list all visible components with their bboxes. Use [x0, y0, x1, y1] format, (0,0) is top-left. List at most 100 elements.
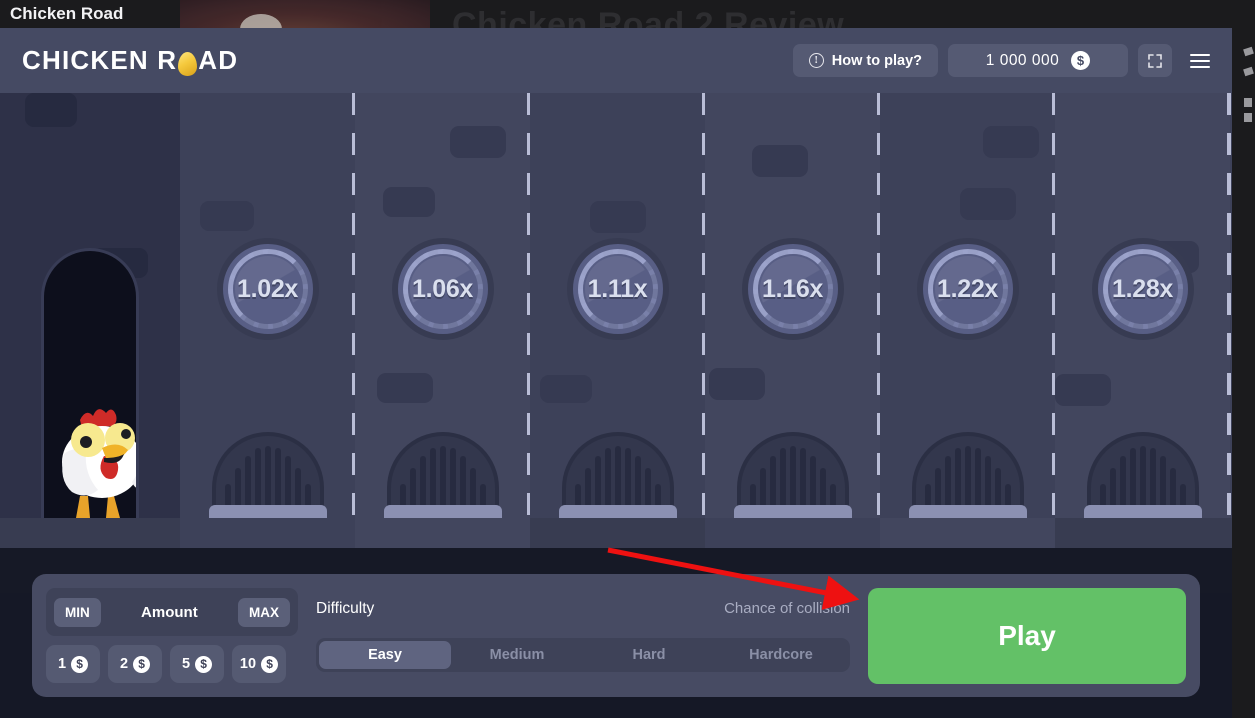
- ground-segment: [530, 518, 705, 548]
- fullscreen-button[interactable]: [1138, 44, 1172, 77]
- balance-display[interactable]: 1 000 000 $: [948, 44, 1128, 77]
- ground-strip: [0, 518, 1232, 548]
- amount-label: Amount: [141, 604, 198, 621]
- lane-gate: [387, 426, 499, 518]
- info-icon: !: [809, 53, 824, 68]
- gate-base: [559, 505, 677, 518]
- chance-of-collision-label: Chance of collision: [724, 600, 850, 617]
- difficulty-tabs: EasyMediumHardHardcore: [316, 638, 850, 672]
- difficulty-tab-hard[interactable]: Hard: [583, 641, 715, 669]
- ground-segment: [180, 518, 355, 548]
- logo-text-left: CHICKEN R: [22, 45, 177, 76]
- dollar-coin-icon: $: [71, 656, 88, 673]
- quick-amount-1-button[interactable]: 1$: [46, 645, 100, 683]
- ground-segment: [880, 518, 1055, 548]
- building-window: [383, 187, 435, 217]
- lane-gate: [737, 426, 849, 518]
- balance-value: 1 000 000: [986, 52, 1059, 70]
- multiplier-coin-6[interactable]: 1.28x: [1092, 238, 1194, 340]
- start-platform: [0, 93, 180, 518]
- multiplier-coin-4[interactable]: 1.16x: [742, 238, 844, 340]
- difficulty-tab-medium[interactable]: Medium: [451, 641, 583, 669]
- dollar-coin-icon: $: [1071, 51, 1090, 70]
- lane-gate: [1087, 426, 1199, 518]
- quick-amount-buttons: 1$2$5$10$: [46, 645, 298, 683]
- lane-5: 1.22x: [880, 93, 1055, 518]
- quick-amount-value: 1: [58, 656, 66, 672]
- min-button[interactable]: MIN: [54, 598, 101, 627]
- multiplier-value: 1.06x: [412, 275, 473, 304]
- gate-base: [209, 505, 327, 518]
- difficulty-tab-hardcore[interactable]: Hardcore: [715, 641, 847, 669]
- multiplier-coin-3[interactable]: 1.11x: [567, 238, 669, 340]
- chicken-character: [50, 392, 139, 518]
- logo-text-right: AD: [198, 45, 238, 76]
- header-actions: ! How to play? 1 000 000 $: [793, 44, 1218, 77]
- ground-segment: [355, 518, 530, 548]
- amount-group: MIN Amount MAX 1$2$5$10$: [46, 588, 298, 683]
- game-play-area: 1.02x 1.06x 1.11x 1.16x 1.22x 1.28x: [0, 93, 1232, 518]
- difficulty-title: Difficulty: [316, 600, 374, 618]
- quick-amount-2-button[interactable]: 2$: [108, 645, 162, 683]
- lane-6: 1.28x: [1055, 93, 1230, 518]
- game-header: CHICKEN R AD ! How to play? 1 000 000 $: [0, 28, 1232, 93]
- browser-page-title: Chicken Road: [10, 0, 123, 28]
- ground-segment: [705, 518, 880, 548]
- building-window: [590, 201, 646, 233]
- building-window: [752, 145, 808, 177]
- multiplier-value: 1.11x: [588, 275, 648, 304]
- building-window: [540, 375, 592, 403]
- start-door: [41, 248, 139, 518]
- bet-controls-panel: MIN Amount MAX 1$2$5$10$ Difficulty Chan…: [32, 574, 1200, 697]
- hamburger-menu-icon: [1190, 54, 1210, 68]
- building-window: [25, 93, 77, 127]
- lane-1: 1.02x: [180, 93, 355, 518]
- building-window: [1055, 374, 1111, 406]
- multiplier-coin-2[interactable]: 1.06x: [392, 238, 494, 340]
- difficulty-tab-easy[interactable]: Easy: [319, 641, 451, 669]
- lane-4: 1.16x: [705, 93, 880, 518]
- lane-gate: [562, 426, 674, 518]
- quick-amount-value: 2: [120, 656, 128, 672]
- multiplier-coin-5[interactable]: 1.22x: [917, 238, 1019, 340]
- clipped-sidebar-fragments: [1233, 40, 1255, 200]
- quick-amount-value: 5: [182, 656, 190, 672]
- gate-base: [734, 505, 852, 518]
- quick-amount-10-button[interactable]: 10 $: [232, 645, 286, 683]
- multiplier-value: 1.16x: [762, 275, 823, 304]
- building-window: [960, 188, 1016, 220]
- building-window: [450, 126, 506, 158]
- ground-segment: [1055, 518, 1232, 548]
- max-button[interactable]: MAX: [238, 598, 290, 627]
- how-to-play-button[interactable]: ! How to play?: [793, 44, 938, 77]
- gate-base: [384, 505, 502, 518]
- dollar-coin-icon: $: [133, 656, 150, 673]
- building-window: [377, 373, 433, 403]
- game-iframe: CHICKEN R AD ! How to play? 1 000 000 $: [0, 28, 1232, 718]
- dollar-coin-icon: $: [195, 656, 212, 673]
- play-button[interactable]: Play: [868, 588, 1186, 684]
- building-window: [709, 368, 765, 400]
- lane-3: 1.11x: [530, 93, 705, 518]
- difficulty-group: Difficulty Chance of collision EasyMediu…: [316, 600, 850, 672]
- lane-gate: [212, 426, 324, 518]
- ground-segment: [0, 518, 180, 548]
- quick-amount-5-button[interactable]: 5$: [170, 645, 224, 683]
- fullscreen-expand-icon: [1147, 53, 1163, 69]
- quick-amount-value: 10: [240, 656, 256, 672]
- lane-divider: [1227, 93, 1231, 518]
- chicken-road-logo: CHICKEN R AD: [22, 45, 238, 76]
- multiplier-value: 1.22x: [937, 275, 998, 304]
- multiplier-coin-1[interactable]: 1.02x: [217, 238, 319, 340]
- building-window: [983, 126, 1039, 158]
- lane-2: 1.06x: [355, 93, 530, 518]
- egg-icon: [178, 52, 197, 76]
- gate-base: [1084, 505, 1202, 518]
- amount-bar: MIN Amount MAX: [46, 588, 298, 636]
- difficulty-header: Difficulty Chance of collision: [316, 600, 850, 618]
- lane-gate: [912, 426, 1024, 518]
- multiplier-value: 1.28x: [1112, 275, 1173, 304]
- gate-base: [909, 505, 1027, 518]
- menu-button[interactable]: [1182, 44, 1218, 77]
- dollar-coin-icon: $: [261, 656, 278, 673]
